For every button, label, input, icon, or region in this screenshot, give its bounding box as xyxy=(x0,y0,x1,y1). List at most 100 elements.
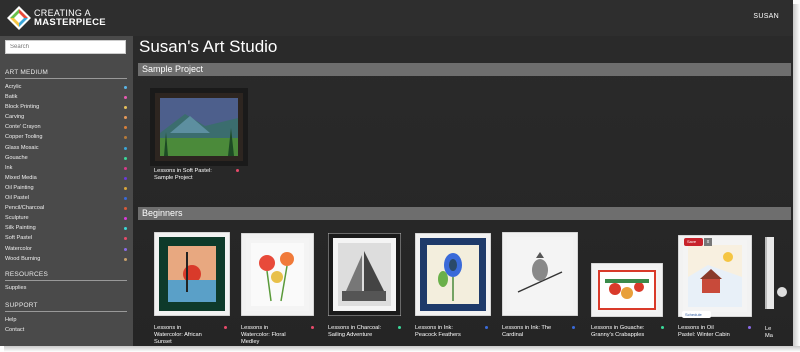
medium-color-dot xyxy=(124,176,127,180)
sidebar-item-medium[interactable]: Soft Pastel xyxy=(5,233,127,243)
sidebar-item-label: Watercolor xyxy=(5,245,32,252)
medium-color-dot xyxy=(124,237,127,241)
sidebar-item-label: Ink xyxy=(5,164,13,171)
close-icon[interactable]: x xyxy=(704,238,712,246)
medium-color-dot xyxy=(124,136,127,140)
sidebar-item-label: Acrylic xyxy=(5,84,22,90)
caption-line: Medley xyxy=(241,339,260,345)
user-menu[interactable]: SUSAN xyxy=(753,13,779,20)
medium-color-dot xyxy=(661,326,664,329)
sidebar-item-help[interactable]: Help xyxy=(5,315,127,325)
project-thumbnail[interactable] xyxy=(241,233,314,316)
caption-line: Lessons in Charcoal: xyxy=(328,325,382,331)
sidebar-item-label: Soft Pastel xyxy=(5,235,33,242)
sidebar-item-label: Silk Painting xyxy=(5,225,36,232)
project-caption[interactable]: Lessons in Ink: The Cardinal xyxy=(502,325,582,339)
project-caption[interactable]: Lessons in Charcoal: Sailing Adventure xyxy=(328,325,408,339)
sample-thumbnail[interactable] xyxy=(150,88,248,166)
project-caption[interactable]: Lessons in Ink: Peacock Feathers xyxy=(415,325,495,339)
medium-color-dot xyxy=(398,326,401,329)
sidebar-item-medium[interactable]: Mixed Media xyxy=(5,173,127,183)
sidebar-item-label: Mixed Media xyxy=(5,174,37,181)
close-label: x xyxy=(706,239,710,245)
sidebar-item-medium[interactable]: Wood Burning xyxy=(5,254,127,264)
sidebar-item-label: Oil Pastel xyxy=(5,195,29,202)
sidebar-item-medium[interactable]: Oil Pastel xyxy=(5,193,127,203)
medium-color-dot xyxy=(124,247,127,251)
medium-color-dot xyxy=(124,116,127,120)
caption-line: Lessons in xyxy=(154,325,182,331)
medium-color-dot xyxy=(124,96,127,100)
sidebar-item-medium[interactable]: Conte' Crayon xyxy=(5,122,127,132)
sidebar-item-medium[interactable]: Sculpture xyxy=(5,213,127,223)
caption-line: Lessons in Soft Pastel: xyxy=(154,168,212,174)
sidebar-item-medium[interactable]: Copper Tooling xyxy=(5,132,127,142)
medium-color-dot xyxy=(124,166,127,170)
app-window: CREATING A MASTERPIECE SUSAN ART MEDIUM … xyxy=(0,0,793,346)
sidebar-item-medium[interactable]: Ink xyxy=(5,163,127,173)
medium-color-dot xyxy=(124,86,127,89)
project-thumbnail[interactable] xyxy=(415,233,491,316)
caption-line: Lessons in Oil xyxy=(678,325,714,331)
sidebar-item-medium[interactable]: Acrylic xyxy=(5,82,127,92)
section-header-sample: Sample Project xyxy=(138,63,791,76)
sidebar-item-medium[interactable]: Silk Painting xyxy=(5,223,127,233)
sidebar-item-label: Copper Tooling xyxy=(5,134,43,141)
sidebar-item-contact[interactable]: Contact xyxy=(5,325,127,335)
project-caption[interactable]: Lessons in Watercolor: African Sunset xyxy=(154,325,234,346)
caption-line: Granny's Crabapples xyxy=(591,332,645,338)
project-thumbnail[interactable] xyxy=(328,233,401,316)
sidebar-item-medium[interactable]: Oil Painting xyxy=(5,183,127,193)
sidebar-item-label: Wood Burning xyxy=(5,255,41,262)
top-bar: CREATING A MASTERPIECE SUSAN xyxy=(0,0,793,36)
sidebar-item-label: Block Printing xyxy=(5,104,40,111)
project-thumbnail[interactable] xyxy=(502,232,578,316)
schedule-button[interactable]: Schedule xyxy=(682,311,711,318)
project-card-partial[interactable] xyxy=(765,237,774,309)
sidebar-item-supplies[interactable]: Supplies xyxy=(5,283,127,293)
art-medium-list: Acrylic Batik Block Printing Carving Conte' … xyxy=(5,82,127,264)
search-input[interactable] xyxy=(5,40,126,54)
window-shadow xyxy=(4,346,800,352)
partial-caption[interactable]: Le Ma xyxy=(765,326,777,340)
brand-name[interactable]: CREATING A MASTERPIECE xyxy=(34,9,106,28)
project-caption[interactable]: Lessons in Watercolor: Floral Medley xyxy=(241,325,321,346)
medium-color-dot xyxy=(224,326,227,329)
sample-caption[interactable]: Lessons in Soft Pastel: Sample Project xyxy=(154,168,244,182)
project-thumbnail[interactable] xyxy=(154,232,230,316)
sidebar-item-medium[interactable]: Batik xyxy=(5,92,127,102)
medium-color-dot xyxy=(124,217,127,221)
medium-color-dot xyxy=(124,207,127,211)
caption-line: Lessons in xyxy=(241,325,269,331)
project-thumbnail[interactable] xyxy=(591,263,663,317)
art-medium-heading: ART MEDIUM xyxy=(5,69,127,79)
sidebar-item-label: Carving xyxy=(5,114,25,121)
sidebar-item-medium[interactable]: Block Printing xyxy=(5,102,127,112)
sidebar-item-medium[interactable]: Glass Mosaic xyxy=(5,143,127,153)
medium-color-dot xyxy=(124,227,127,231)
sidebar-item-medium[interactable]: Watercolor xyxy=(5,244,127,254)
caption-line: Sailing Adventure xyxy=(328,332,373,338)
sidebar-item-medium[interactable]: Gouache xyxy=(5,153,127,163)
support-list: Help Contact xyxy=(5,315,127,335)
sidebar-item-label: Sculpture xyxy=(5,215,29,222)
medium-color-dot xyxy=(124,186,127,190)
sidebar-item-label: Conte' Crayon xyxy=(5,124,41,131)
caption-line: Sample Project xyxy=(154,175,193,181)
medium-color-dot xyxy=(124,126,127,130)
carousel-next-button[interactable] xyxy=(777,287,787,297)
medium-color-dot xyxy=(485,326,488,329)
project-caption[interactable]: Lessons in Gouache: Granny's Crabapples xyxy=(591,325,671,339)
pinterest-save-button[interactable]: Save xyxy=(684,238,703,246)
pin-label: Save xyxy=(687,239,697,244)
caption-line: Sunset xyxy=(154,339,172,345)
project-thumbnail[interactable] xyxy=(678,235,752,317)
sidebar-item-medium[interactable]: Pencil/Charcoal xyxy=(5,203,127,213)
project-caption[interactable]: Lessons in Oil Pastel: Winter Cabin xyxy=(678,325,758,339)
section-header-beginners: Beginners xyxy=(138,207,791,220)
brand-logo-icon[interactable] xyxy=(6,5,32,31)
medium-color-dot xyxy=(124,106,127,110)
medium-color-dot xyxy=(311,326,314,329)
sidebar-item-medium[interactable]: Carving xyxy=(5,112,127,122)
support-heading: SUPPORT xyxy=(5,302,127,312)
